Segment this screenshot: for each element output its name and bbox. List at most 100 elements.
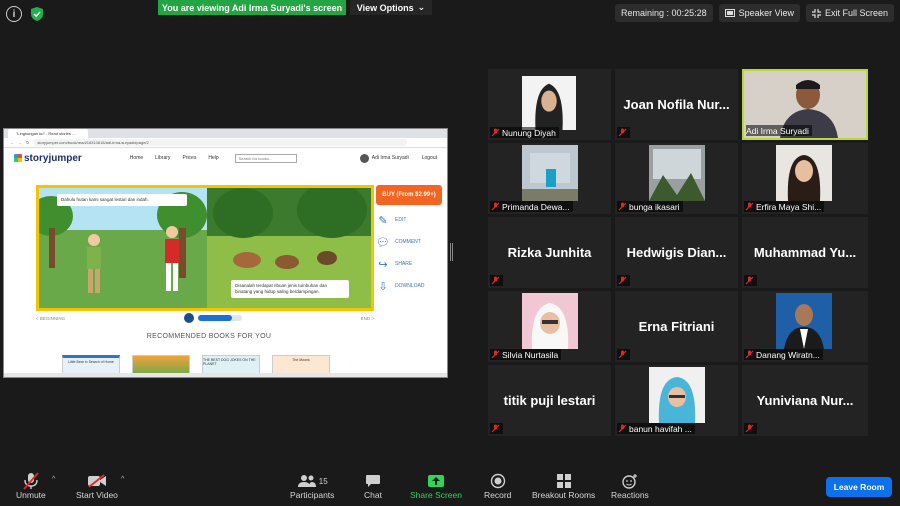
zoom-window: i You are viewing Adi Irma Suryadi's scr… — [0, 0, 900, 506]
reactions-button[interactable]: Reactions — [611, 472, 649, 500]
participant-label — [617, 349, 630, 360]
participant-label: banun havifah ... — [617, 423, 695, 434]
start-video-button[interactable]: Start Video — [76, 472, 118, 500]
share-icon: ↪ — [378, 258, 388, 271]
video-options-caret[interactable]: ^ — [121, 476, 124, 483]
pencil-icon: ✎ — [378, 214, 388, 227]
chevron-down-icon: ⌄ — [417, 2, 426, 12]
participant-name: Erfira Maya Shi... — [756, 201, 822, 212]
storyjumper-logo[interactable]: storyjumper — [14, 153, 82, 164]
book-left-page: Dahulu hutan kami sangat lestari dan ind… — [39, 188, 207, 308]
mic-off-icon — [490, 424, 500, 434]
browser-tab[interactable]: "Lingkungan ku" - Read stories ... — [8, 129, 88, 138]
nav-home[interactable]: Home — [130, 155, 143, 161]
remaining-time: Remaining : 00:25:28 — [615, 4, 713, 22]
participant-video — [776, 145, 832, 201]
participant-tile[interactable]: Rizka Junhita — [488, 217, 611, 288]
participant-tile[interactable]: Erna Fitriani — [615, 291, 738, 362]
mic-off-icon — [490, 128, 500, 138]
download-label: DOWNLOAD — [395, 283, 425, 289]
end-link[interactable]: END > — [361, 316, 374, 321]
leave-room-button[interactable]: Leave Room — [826, 477, 892, 497]
download-action[interactable]: ⇩ DOWNLOAD — [376, 279, 442, 293]
info-icon[interactable]: i — [6, 6, 22, 22]
speaker-view-button[interactable]: Speaker View — [718, 4, 800, 22]
share-screen-icon — [427, 475, 444, 487]
participant-label: bunga ikasari — [617, 201, 683, 212]
participant-tile[interactable]: bunga ikasari — [615, 143, 738, 214]
back-icon[interactable]: ← — [10, 140, 14, 145]
participant-tile[interactable]: Yuniviana Nur... — [742, 365, 868, 436]
participant-tile[interactable]: Erfira Maya Shi... — [742, 143, 868, 214]
participant-tile[interactable]: Muhammad Yu... — [742, 217, 868, 288]
edit-action[interactable]: ✎ EDIT — [376, 213, 442, 227]
participant-video — [776, 293, 832, 349]
audio-options-caret[interactable]: ^ — [52, 476, 55, 483]
participant-video — [649, 367, 705, 423]
mic-off-icon — [617, 202, 627, 212]
forward-icon[interactable]: → — [18, 140, 22, 145]
record-button[interactable]: Record — [484, 472, 511, 500]
exit-full-screen-button[interactable]: Exit Full Screen — [805, 4, 894, 22]
participant-big-name: Rizka Junhita — [507, 245, 592, 260]
nav-library[interactable]: Library — [155, 155, 170, 161]
participant-name: Adi Irma Suryadi — [746, 125, 809, 136]
participant-name: banun havifah ... — [629, 423, 692, 434]
participant-name: Danang Wiratn... — [756, 349, 820, 360]
mic-off-icon — [744, 424, 754, 434]
participant-video — [522, 293, 578, 349]
nav-help[interactable]: Help — [208, 155, 218, 161]
mic-muted-icon — [23, 472, 39, 490]
reload-icon[interactable]: ↻ — [26, 140, 29, 145]
logout-link[interactable]: Logout — [422, 155, 437, 161]
share-screen-button[interactable]: Share Screen — [410, 472, 462, 500]
video-off-icon — [87, 474, 106, 488]
horizontal-scrollbar[interactable] — [4, 373, 447, 377]
mic-off-icon — [744, 350, 754, 360]
reactions-label: Reactions — [611, 490, 649, 500]
participant-big-name: Yuniviana Nur... — [756, 393, 854, 408]
url-field[interactable]: storyjumper.com/book/read/16310815/adi-i… — [33, 139, 407, 146]
unmute-button[interactable]: Unmute — [16, 472, 46, 500]
slider-track[interactable] — [197, 315, 242, 321]
page-slider[interactable] — [183, 313, 242, 323]
participant-tile[interactable]: Nunung Diyah — [488, 69, 611, 140]
participant-label: Silvia Nurtasila — [490, 349, 562, 360]
beginning-link[interactable]: < BEGINNING — [36, 316, 65, 321]
book-search-input[interactable]: Search for books... — [234, 153, 297, 163]
participant-name: Primanda Dewa... — [502, 201, 570, 212]
top-left-icons: i — [6, 6, 44, 22]
chat-label: Chat — [364, 490, 382, 500]
record-icon — [490, 473, 505, 489]
view-options-button[interactable]: View Options ⌄ — [350, 0, 432, 15]
user-menu[interactable]: Adi Irma Suryadi Logout — [359, 153, 437, 163]
breakout-rooms-button[interactable]: Breakout Rooms — [532, 472, 595, 500]
view-splitter-handle[interactable] — [450, 243, 454, 261]
participant-tile[interactable]: Primanda Dewa... — [488, 143, 611, 214]
participant-big-name: Muhammad Yu... — [753, 245, 857, 260]
mic-off-icon — [617, 350, 627, 360]
page-controls: < BEGINNING END > — [36, 313, 374, 323]
record-label: Record — [484, 490, 512, 500]
comment-label: COMMENT — [395, 239, 421, 245]
comment-action[interactable]: 💬︎ COMMENT — [376, 235, 442, 249]
slider-icon — [183, 313, 194, 323]
participants-button[interactable]: 15 Participants — [290, 472, 334, 500]
participant-tile[interactable]: banun havifah ... — [615, 365, 738, 436]
participant-name: Nunung Diyah — [502, 127, 556, 138]
buy-button[interactable]: BUY (From $2.99+) — [376, 185, 442, 205]
participant-tile[interactable]: Silvia Nurtasila — [488, 291, 611, 362]
participant-tile[interactable]: Hedwigis Dian... — [615, 217, 738, 288]
unmute-label: Unmute — [16, 490, 46, 500]
participant-tile-active-speaker[interactable]: Adi Irma Suryadi — [742, 69, 868, 140]
participant-tile[interactable]: Danang Wiratn... — [742, 291, 868, 362]
browser-tab-bar: "Lingkungan ku" - Read stories ... — [4, 129, 447, 138]
share-action[interactable]: ↪ SHARE — [376, 257, 442, 271]
participant-tile[interactable]: titik puji lestari — [488, 365, 611, 436]
nav-prices[interactable]: Prices — [182, 155, 196, 161]
chat-button[interactable]: Chat — [364, 472, 382, 500]
book-page-spread[interactable]: Dahulu hutan kami sangat lestari dan ind… — [36, 185, 374, 311]
participant-tile[interactable]: Joan Nofila Nur... — [615, 69, 738, 140]
shared-screen: "Lingkungan ku" - Read stories ... ← → ↻… — [3, 128, 448, 378]
shield-icon[interactable] — [30, 6, 44, 22]
